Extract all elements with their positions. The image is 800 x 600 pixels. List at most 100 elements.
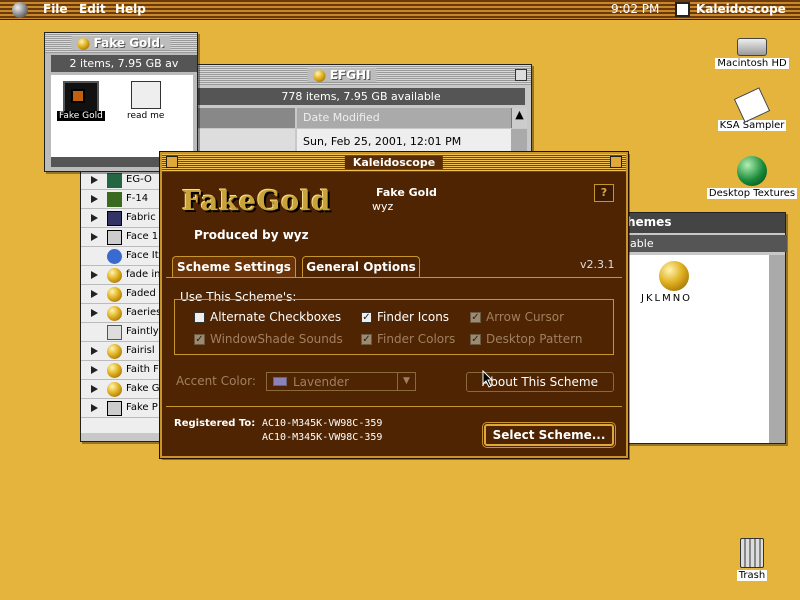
schemes-window-title: hemes: [627, 215, 672, 229]
gold-ball-icon: [107, 306, 122, 321]
collapse-box-icon[interactable]: [515, 69, 527, 81]
collapse-box-icon[interactable]: [610, 156, 622, 168]
desktop-icon-macintosh-hd[interactable]: Macintosh HD: [702, 38, 800, 69]
tab-scheme-settings[interactable]: Scheme Settings: [172, 256, 296, 278]
finder-window-info: 2 items, 7.95 GB av: [51, 55, 197, 72]
scheme-file-icon: [107, 249, 122, 264]
checkbox-arrow-cursor: ✓: [470, 312, 481, 323]
popup-arrow-icon: ▼: [397, 373, 415, 390]
label-finder-colors: Finder Colors: [377, 332, 456, 346]
folder-icon: [313, 69, 326, 82]
disclosure-triangle-icon[interactable]: [91, 347, 98, 355]
list-item[interactable]: Faeries: [81, 304, 159, 323]
checkbox-finder-colors: ✓: [361, 334, 372, 345]
list-item[interactable]: Face 1: [81, 228, 159, 247]
green-ball-icon: [737, 156, 767, 186]
accent-color-value: Lavender: [293, 375, 350, 389]
label-finder-icons[interactable]: Finder Icons: [377, 310, 449, 324]
column-header-date-modified[interactable]: Date Modified: [297, 108, 511, 128]
folder-icon: [107, 401, 122, 416]
finder-window-title: Fake Gold.: [93, 36, 165, 50]
arrow-cursor-icon: [482, 370, 494, 388]
menu-file[interactable]: File: [43, 2, 68, 16]
help-button[interactable]: ?: [594, 184, 614, 202]
finder-window-titlebar[interactable]: Fake Gold.: [45, 33, 197, 53]
hard-drive-icon: [737, 38, 767, 56]
apple-menu-icon[interactable]: [12, 2, 28, 18]
list-item[interactable]: Fairisl: [81, 342, 159, 361]
scheme-logo: FakeGold: [182, 186, 332, 217]
desktop-icon-desktop-textures[interactable]: Desktop Textures: [702, 156, 800, 199]
disclosure-triangle-icon[interactable]: [91, 366, 98, 374]
folder-icon: [107, 192, 122, 207]
label-windowshade-sounds: WindowShade Sounds: [210, 332, 343, 346]
menu-help[interactable]: Help: [115, 2, 146, 16]
application-menu-icon[interactable]: [675, 2, 690, 17]
tab-general-options[interactable]: General Options: [302, 256, 420, 278]
scheme-ball-icon[interactable]: [659, 261, 689, 291]
scheme-options-group: [174, 299, 614, 355]
close-box-icon[interactable]: [166, 156, 178, 168]
desktop-icon-ksa-sampler[interactable]: KSA Sampler: [702, 87, 800, 131]
disclosure-triangle-icon[interactable]: [91, 176, 98, 184]
checkbox-finder-icons[interactable]: ✓: [361, 312, 372, 323]
menu-edit[interactable]: Edit: [79, 2, 106, 16]
checkbox-alternate-checkboxes[interactable]: [194, 312, 205, 323]
list-item[interactable]: Fake P: [81, 399, 159, 418]
gold-ball-icon: [107, 287, 122, 302]
list-item[interactable]: Face It: [81, 247, 159, 266]
folder-icon: [107, 230, 122, 245]
folder-icon: [77, 37, 90, 50]
list-item[interactable]: EG-O: [81, 171, 159, 190]
produced-by-label: Produced by wyz: [194, 228, 309, 242]
gold-ball-icon: [107, 363, 122, 378]
application-menu-label[interactable]: Kaleidoscope: [696, 2, 786, 16]
label-arrow-cursor: Arrow Cursor: [486, 310, 565, 324]
kaleidoscope-window: Kaleidoscope FakeGold Fake Gold wyz ? Pr…: [159, 151, 629, 459]
scroll-up-arrow-icon[interactable]: ▲: [511, 108, 527, 128]
list-item[interactable]: Fabric: [81, 209, 159, 228]
scheme-item-label[interactable]: JKLMNO: [641, 293, 692, 304]
label-alternate-checkboxes[interactable]: Alternate Checkboxes: [210, 310, 341, 324]
file-list: EG-O F-14 Fabric Face 1 Face It fade in …: [81, 171, 161, 433]
folder-icon: [107, 173, 122, 188]
list-item[interactable]: Faded: [81, 285, 159, 304]
registered-to-label: Registered To:: [174, 418, 256, 429]
disclosure-triangle-icon[interactable]: [91, 233, 98, 241]
disclosure-triangle-icon[interactable]: [91, 309, 98, 317]
finder-window-fake-gold: Fake Gold. 2 items, 7.95 GB av Fake Gold…: [44, 32, 198, 172]
finder-window-info: 778 items, 7.95 GB available: [197, 88, 525, 105]
disclosure-triangle-icon[interactable]: [91, 195, 98, 203]
document-icon[interactable]: [131, 81, 161, 109]
registration-line-1: AC10-M345K-VW98C-359: [262, 418, 383, 429]
menu-clock[interactable]: 9:02 PM: [611, 2, 659, 16]
accent-color-popup: Lavender ▼: [266, 372, 416, 391]
folder-icon: [107, 211, 122, 226]
list-item[interactable]: Faith F: [81, 361, 159, 380]
version-label: v2.3.1: [580, 258, 615, 271]
scheme-author: wyz: [372, 200, 394, 213]
list-item[interactable]: F-14: [81, 190, 159, 209]
desktop-icon-trash[interactable]: Trash: [702, 538, 800, 581]
kaleidoscope-title: Kaleidoscope: [344, 156, 444, 169]
trash-icon: [740, 538, 764, 568]
select-scheme-button[interactable]: Select Scheme...: [482, 422, 616, 448]
list-item[interactable]: fade in: [81, 266, 159, 285]
disclosure-triangle-icon[interactable]: [91, 214, 98, 222]
disclosure-triangle-icon[interactable]: [91, 404, 98, 412]
scrollbar[interactable]: [769, 255, 785, 443]
checkbox-windowshade-sounds: ✓: [194, 334, 205, 345]
file-label-fake-gold[interactable]: Fake Gold: [57, 111, 105, 121]
document-icon: [733, 87, 771, 123]
kaleidoscope-titlebar[interactable]: Kaleidoscope: [162, 154, 626, 172]
menu-bar: File Edit Help 9:02 PM Kaleidoscope: [0, 0, 800, 20]
disclosure-triangle-icon[interactable]: [91, 271, 98, 279]
schemes-window-titlebar[interactable]: hemes: [601, 213, 785, 233]
file-label-read-me[interactable]: read me: [127, 111, 164, 121]
schemes-window-info: lable: [601, 235, 787, 252]
disclosure-triangle-icon[interactable]: [91, 385, 98, 393]
finder-window-title: EFGHI: [329, 68, 371, 82]
list-item[interactable]: Fake Go: [81, 380, 159, 399]
list-item[interactable]: Faintly: [81, 323, 159, 342]
disclosure-triangle-icon[interactable]: [91, 290, 98, 298]
